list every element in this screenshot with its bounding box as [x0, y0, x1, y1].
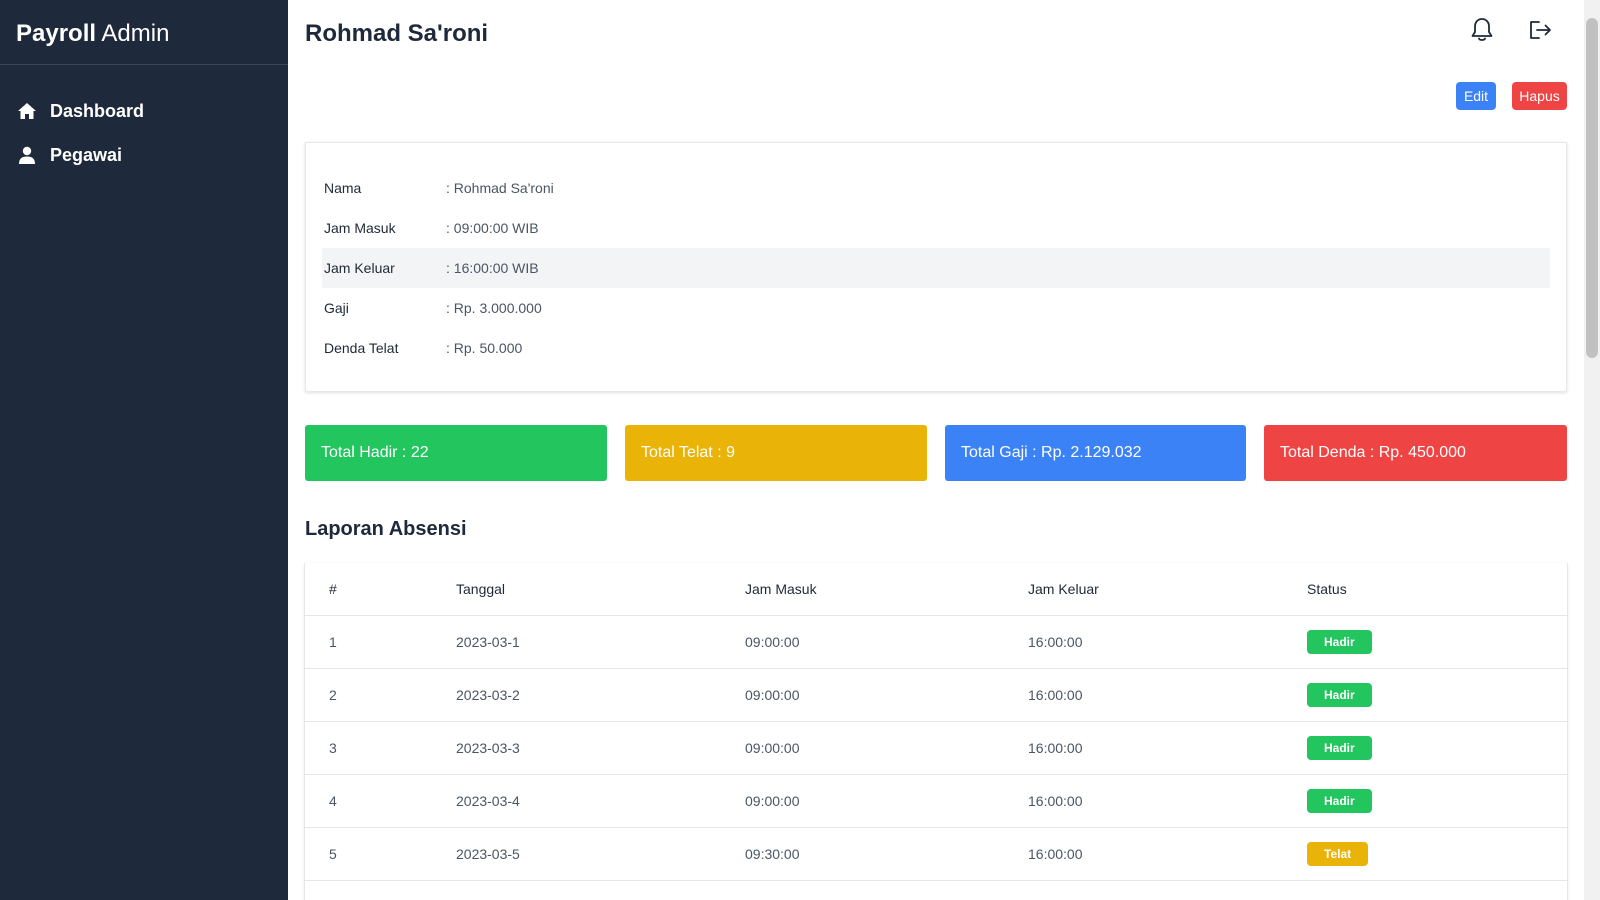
column-header: Status: [1307, 581, 1347, 597]
sidebar-nav: Dashboard Pegawai: [0, 65, 288, 177]
info-row-jam-masuk: Jam Masuk : 09:00:00 WIB: [322, 208, 1550, 248]
bell-icon[interactable]: [1468, 16, 1496, 44]
cell-status: Hadir: [1307, 630, 1567, 654]
cell-no: 5: [329, 846, 337, 862]
info-value: : Rohmad Sa'roni: [446, 180, 554, 196]
edit-button[interactable]: Edit: [1456, 82, 1496, 110]
cell-jam-keluar: 16:00:00: [1028, 793, 1083, 809]
column-header: Jam Masuk: [745, 581, 817, 597]
cell-status: Hadir: [1307, 789, 1567, 813]
stat-total-telat: Total Telat : 9: [625, 425, 927, 481]
cell-no: 3: [329, 740, 337, 756]
cell-no: 2: [329, 687, 337, 703]
sidebar-item-dashboard[interactable]: Dashboard: [0, 89, 288, 133]
status-badge: Telat: [1307, 842, 1369, 866]
cell-jam-keluar: 16:00:00: [1028, 687, 1083, 703]
cell-jam-keluar: 16:00:00: [1028, 740, 1083, 756]
cell-tanggal: 2023-03-3: [456, 740, 520, 756]
status-badge: Hadir: [1307, 630, 1372, 654]
cell-jam-masuk: 09:00:00: [745, 793, 800, 809]
employee-info-card: Nama : Rohmad Sa'roni Jam Masuk : 09:00:…: [305, 142, 1567, 392]
cell-jam-masuk: 09:00:00: [745, 687, 800, 703]
table-row: 5 2023-03-5 09:30:00 16:00:00 Telat: [305, 828, 1567, 881]
column-header: Jam Keluar: [1028, 581, 1099, 597]
cell-tanggal: 2023-03-5: [456, 846, 520, 862]
sidebar-item-pegawai[interactable]: Pegawai: [0, 133, 288, 177]
info-row-gaji: Gaji : Rp. 3.000.000: [322, 288, 1550, 328]
sidebar-item-label: Dashboard: [50, 100, 145, 121]
cell-jam-masuk: 09:00:00: [745, 740, 800, 756]
info-label: Denda Telat: [324, 340, 399, 356]
cell-jam-keluar: 16:00:00: [1028, 846, 1083, 862]
cell-no: 4: [329, 793, 337, 809]
table-row: 2 2023-03-2 09:00:00 16:00:00 Hadir: [305, 669, 1567, 722]
sidebar-item-label: Pegawai: [50, 144, 123, 165]
info-value: : Rp. 50.000: [446, 340, 523, 356]
table-row: 4 2023-03-4 09:00:00 16:00:00 Hadir: [305, 775, 1567, 828]
column-header: Tanggal: [456, 581, 506, 597]
cell-status: Hadir: [1307, 683, 1567, 707]
brand-logo[interactable]: Payroll Admin: [0, 0, 288, 65]
cell-tanggal: 2023-03-2: [456, 687, 520, 703]
brand-name: Payroll: [16, 20, 97, 47]
status-badge: Hadir: [1307, 683, 1372, 707]
cell-tanggal: 2023-03-4: [456, 793, 520, 809]
info-row-nama: Nama : Rohmad Sa'roni: [322, 168, 1550, 208]
info-value: : 16:00:00 WIB: [446, 260, 539, 276]
cell-tanggal: 2023-03-1: [456, 634, 520, 650]
info-row-jam-keluar: Jam Keluar : 16:00:00 WIB: [322, 248, 1550, 288]
info-value: : Rp. 3.000.000: [446, 300, 542, 316]
attendance-table: # Tanggal Jam Masuk Jam Keluar Status 1 …: [304, 563, 1568, 900]
stat-total-gaji: Total Gaji : Rp. 2.129.032: [945, 425, 1246, 481]
sidebar: Payroll Admin Dashboard Pegawai: [0, 0, 288, 900]
info-label: Jam Keluar: [324, 260, 395, 276]
info-label: Gaji: [324, 300, 349, 316]
cell-jam-masuk: 09:30:00: [745, 846, 800, 862]
user-icon: [17, 145, 37, 165]
table-header-row: # Tanggal Jam Masuk Jam Keluar Status: [305, 563, 1567, 616]
scrollbar-thumb[interactable]: [1586, 18, 1598, 358]
section-title: Laporan Absensi: [305, 518, 467, 540]
main-content: Rohmad Sa'roni Edit Hapus Nama : Rohmad …: [288, 0, 1584, 900]
table-row: 3 2023-03-3 09:00:00 16:00:00 Hadir: [305, 722, 1567, 775]
cell-jam-masuk: 09:00:00: [745, 634, 800, 650]
status-badge: Hadir: [1307, 789, 1372, 813]
column-header: #: [329, 581, 337, 597]
cell-status: Telat: [1307, 842, 1567, 866]
brand-suffix: Admin: [101, 20, 170, 47]
page-scrollbar[interactable]: [1584, 0, 1600, 900]
page-title: Rohmad Sa'roni: [305, 20, 489, 47]
info-label: Nama: [324, 180, 362, 196]
cell-jam-keluar: 16:00:00: [1028, 634, 1083, 650]
stat-total-hadir: Total Hadir : 22: [305, 425, 607, 481]
cell-status: Hadir: [1307, 736, 1567, 760]
stat-total-denda: Total Denda : Rp. 450.000: [1264, 425, 1567, 481]
logout-icon[interactable]: [1526, 16, 1554, 44]
info-value: : 09:00:00 WIB: [446, 220, 539, 236]
status-badge: Hadir: [1307, 736, 1372, 760]
home-icon: [17, 101, 37, 121]
table-row: 1 2023-03-1 09:00:00 16:00:00 Hadir: [305, 616, 1567, 669]
delete-button[interactable]: Hapus: [1512, 82, 1567, 110]
info-row-denda-telat: Denda Telat : Rp. 50.000: [322, 328, 1550, 368]
cell-no: 1: [329, 634, 337, 650]
info-label: Jam Masuk: [324, 220, 396, 236]
